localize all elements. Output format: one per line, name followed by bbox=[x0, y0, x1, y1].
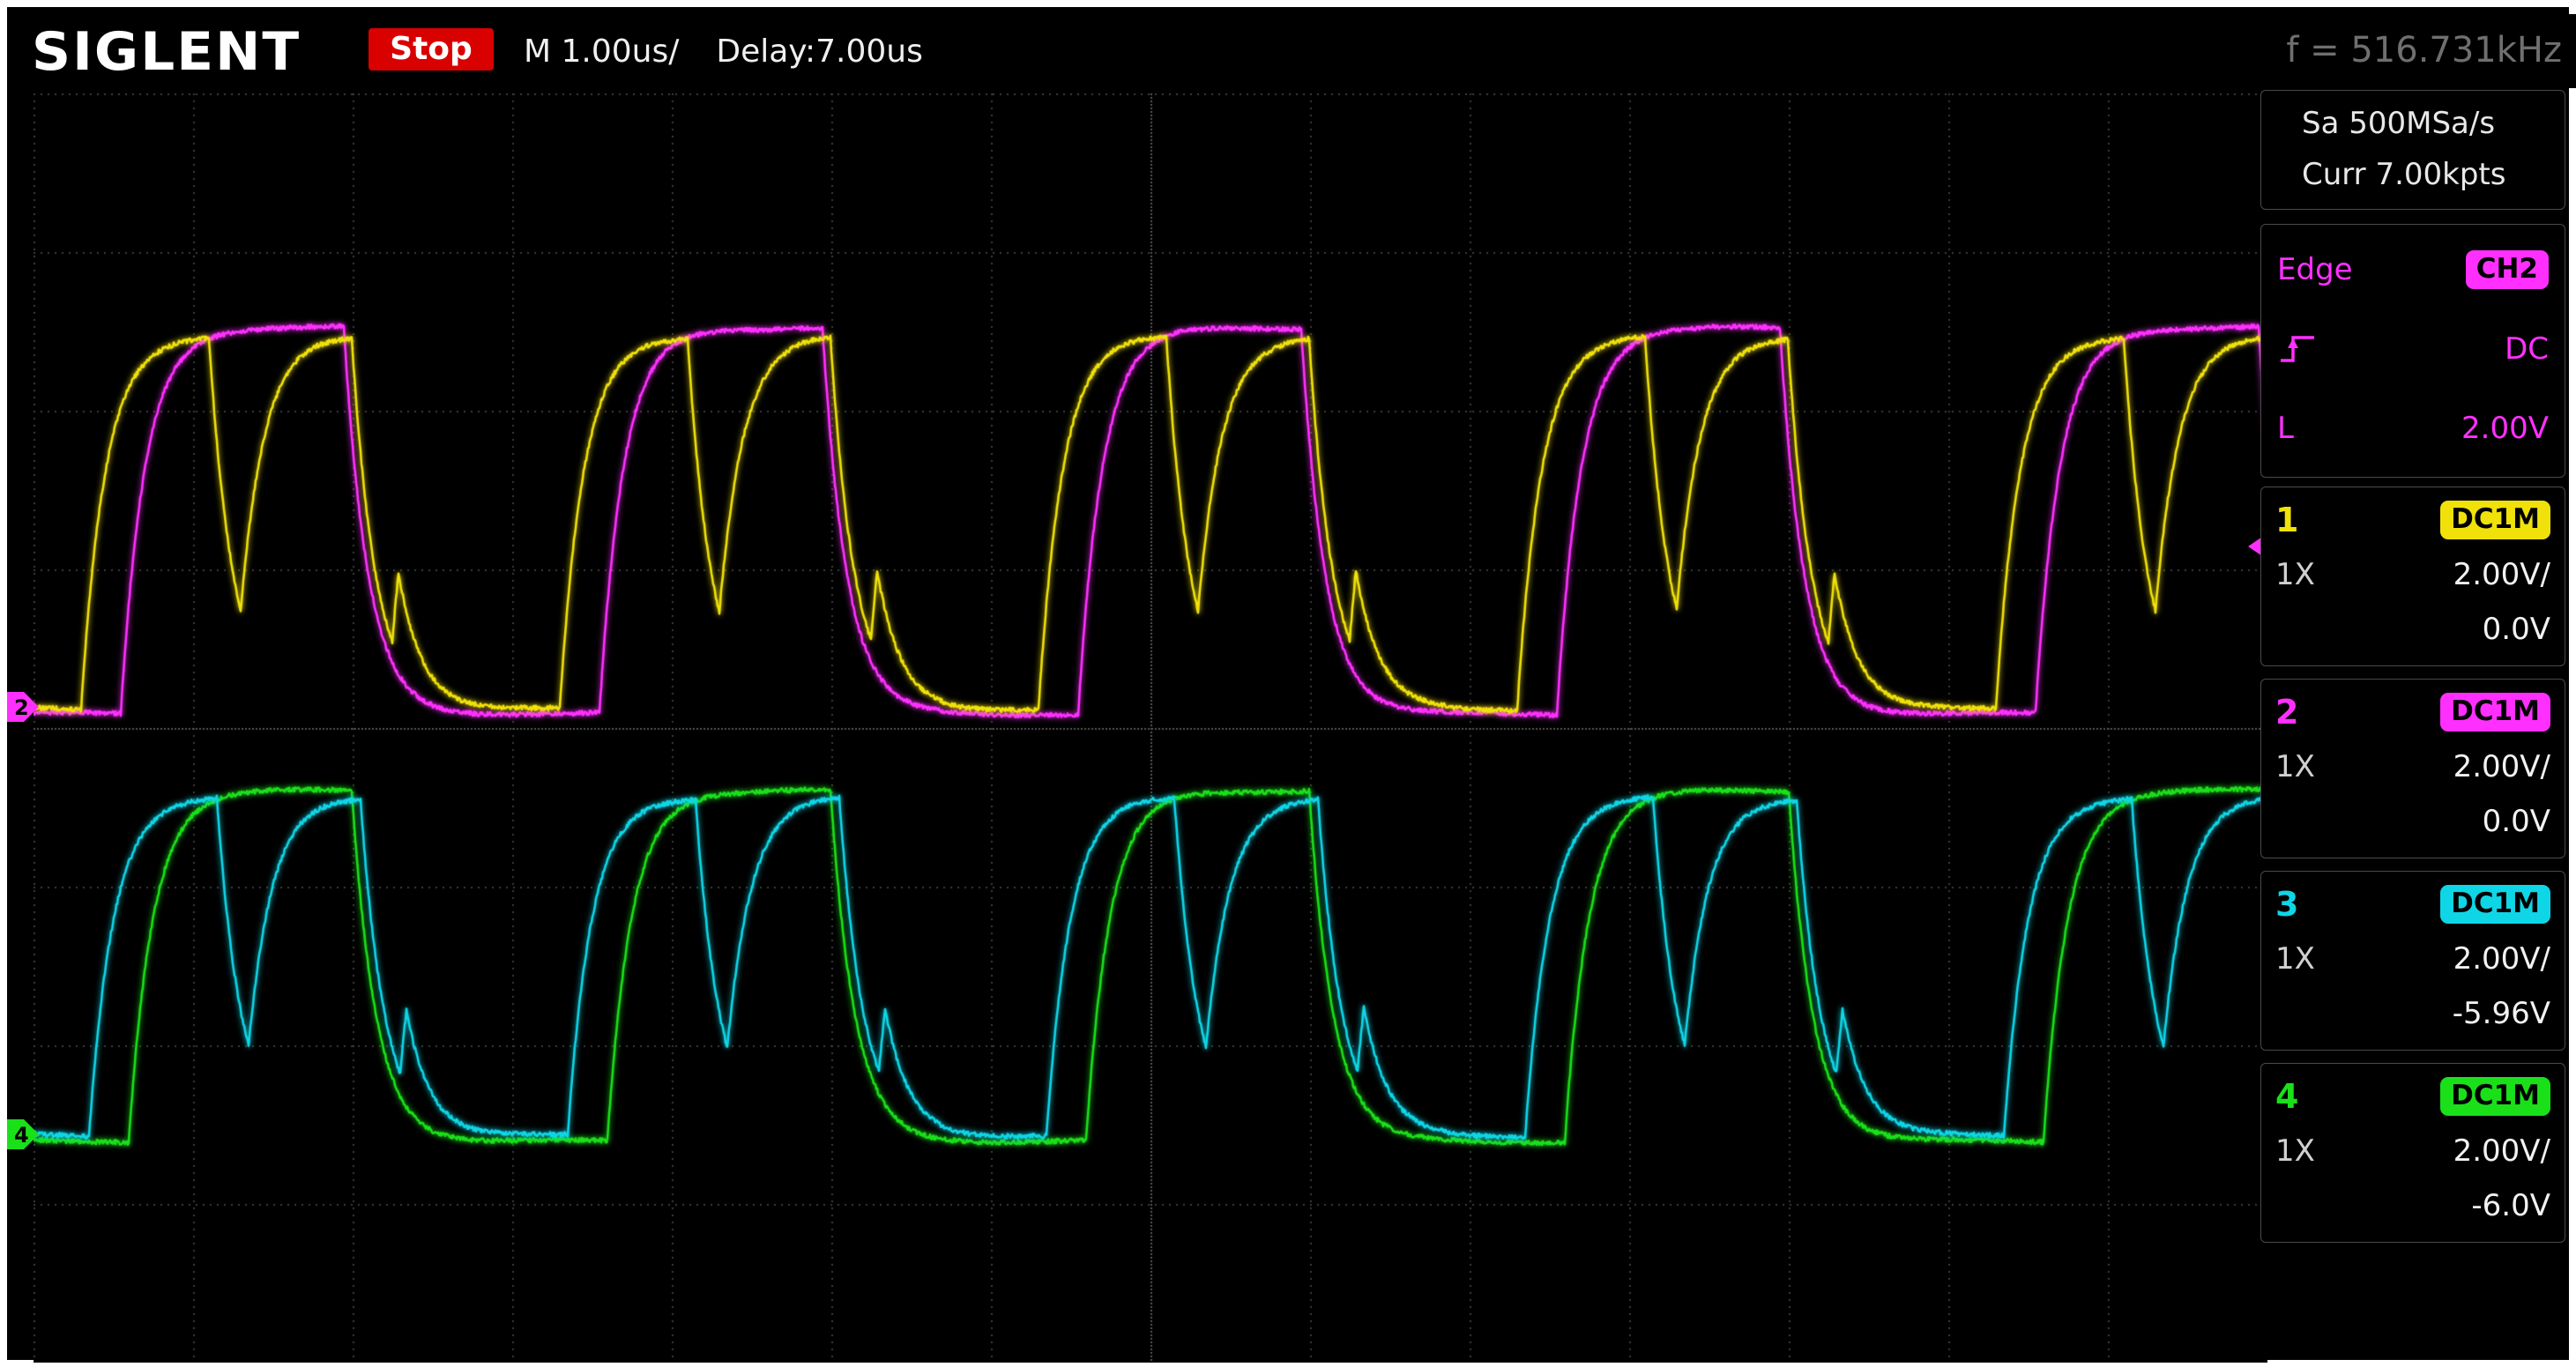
timebase-readout: M 1.00us/Delay:7.00us bbox=[524, 33, 960, 70]
acquisition-status-badge[interactable]: Stop bbox=[369, 28, 494, 71]
channel-4-panel[interactable]: 4 DC1M 1X 2.00V/ -6.0V bbox=[2260, 1063, 2565, 1243]
channel-4-offset: -6.0V bbox=[2471, 1188, 2550, 1223]
scope-screen: SIGLENT Stop M 1.00us/Delay:7.00us f = 5… bbox=[7, 7, 2569, 1360]
sample-rate-readout: Sa 500MSa/s bbox=[2302, 98, 2554, 149]
memory-depth-readout: Curr 7.00kpts bbox=[2302, 149, 2554, 200]
channel-2-position-marker[interactable]: 2 bbox=[7, 691, 41, 723]
waveform-display bbox=[34, 93, 2267, 1363]
channel-2-offset: 0.0V bbox=[2483, 804, 2550, 839]
channel-1-number: 1 bbox=[2275, 501, 2298, 539]
channel-1-scale: 2.00V/ bbox=[2453, 557, 2550, 592]
channel-1-attenuation: 1X bbox=[2275, 557, 2315, 592]
channel-1-coupling-badge[interactable]: DC1M bbox=[2440, 501, 2550, 539]
trigger-source-badge[interactable]: CH2 bbox=[2466, 250, 2549, 288]
trigger-mode-label: Edge bbox=[2277, 252, 2353, 287]
channel-3-offset: -5.96V bbox=[2453, 996, 2550, 1031]
channel-1-panel[interactable]: 1 DC1M 1X 2.00V/ 0.0V bbox=[2260, 487, 2565, 666]
top-status-bar: SIGLENT Stop M 1.00us/Delay:7.00us f = 5… bbox=[14, 14, 2576, 88]
timebase-value: M 1.00us/ bbox=[524, 33, 679, 70]
frequency-counter-readout: f = 516.731kHz bbox=[2286, 30, 2562, 71]
svg-text:4: 4 bbox=[14, 1123, 29, 1148]
acquisition-panel[interactable]: Sa 500MSa/s Curr 7.00kpts bbox=[2260, 90, 2565, 210]
channel-3-scale: 2.00V/ bbox=[2453, 941, 2550, 977]
channel-4-coupling-badge[interactable]: DC1M bbox=[2440, 1077, 2550, 1115]
channel-3-panel[interactable]: 3 DC1M 1X 2.00V/ -5.96V bbox=[2260, 871, 2565, 1051]
trigger-panel[interactable]: Edge CH2 DC L 2.00V bbox=[2260, 224, 2565, 478]
channel-2-scale: 2.00V/ bbox=[2453, 749, 2550, 784]
channel-4-position-marker[interactable]: 4 bbox=[7, 1118, 41, 1150]
brand-logo: SIGLENT bbox=[32, 21, 301, 83]
rising-edge-icon bbox=[2277, 329, 2318, 369]
trigger-coupling-label: DC bbox=[2505, 331, 2549, 367]
channel-3-number: 3 bbox=[2275, 885, 2298, 924]
channel-2-coupling-badge[interactable]: DC1M bbox=[2440, 693, 2550, 731]
channel-3-coupling-badge[interactable]: DC1M bbox=[2440, 885, 2550, 923]
channel-3-attenuation: 1X bbox=[2275, 941, 2315, 977]
delay-value: Delay:7.00us bbox=[716, 33, 922, 70]
svg-text:2: 2 bbox=[14, 695, 29, 720]
channel-4-scale: 2.00V/ bbox=[2453, 1133, 2550, 1169]
trigger-level-prefix: L bbox=[2277, 411, 2294, 446]
channel-2-number: 2 bbox=[2275, 693, 2298, 732]
channel-2-attenuation: 1X bbox=[2275, 749, 2315, 784]
channel-4-attenuation: 1X bbox=[2275, 1133, 2315, 1169]
channel-4-number: 4 bbox=[2275, 1077, 2298, 1116]
channel-1-offset: 0.0V bbox=[2483, 612, 2550, 647]
trigger-level-value: 2.00V bbox=[2461, 411, 2549, 446]
channel-2-panel[interactable]: 2 DC1M 1X 2.00V/ 0.0V bbox=[2260, 679, 2565, 858]
